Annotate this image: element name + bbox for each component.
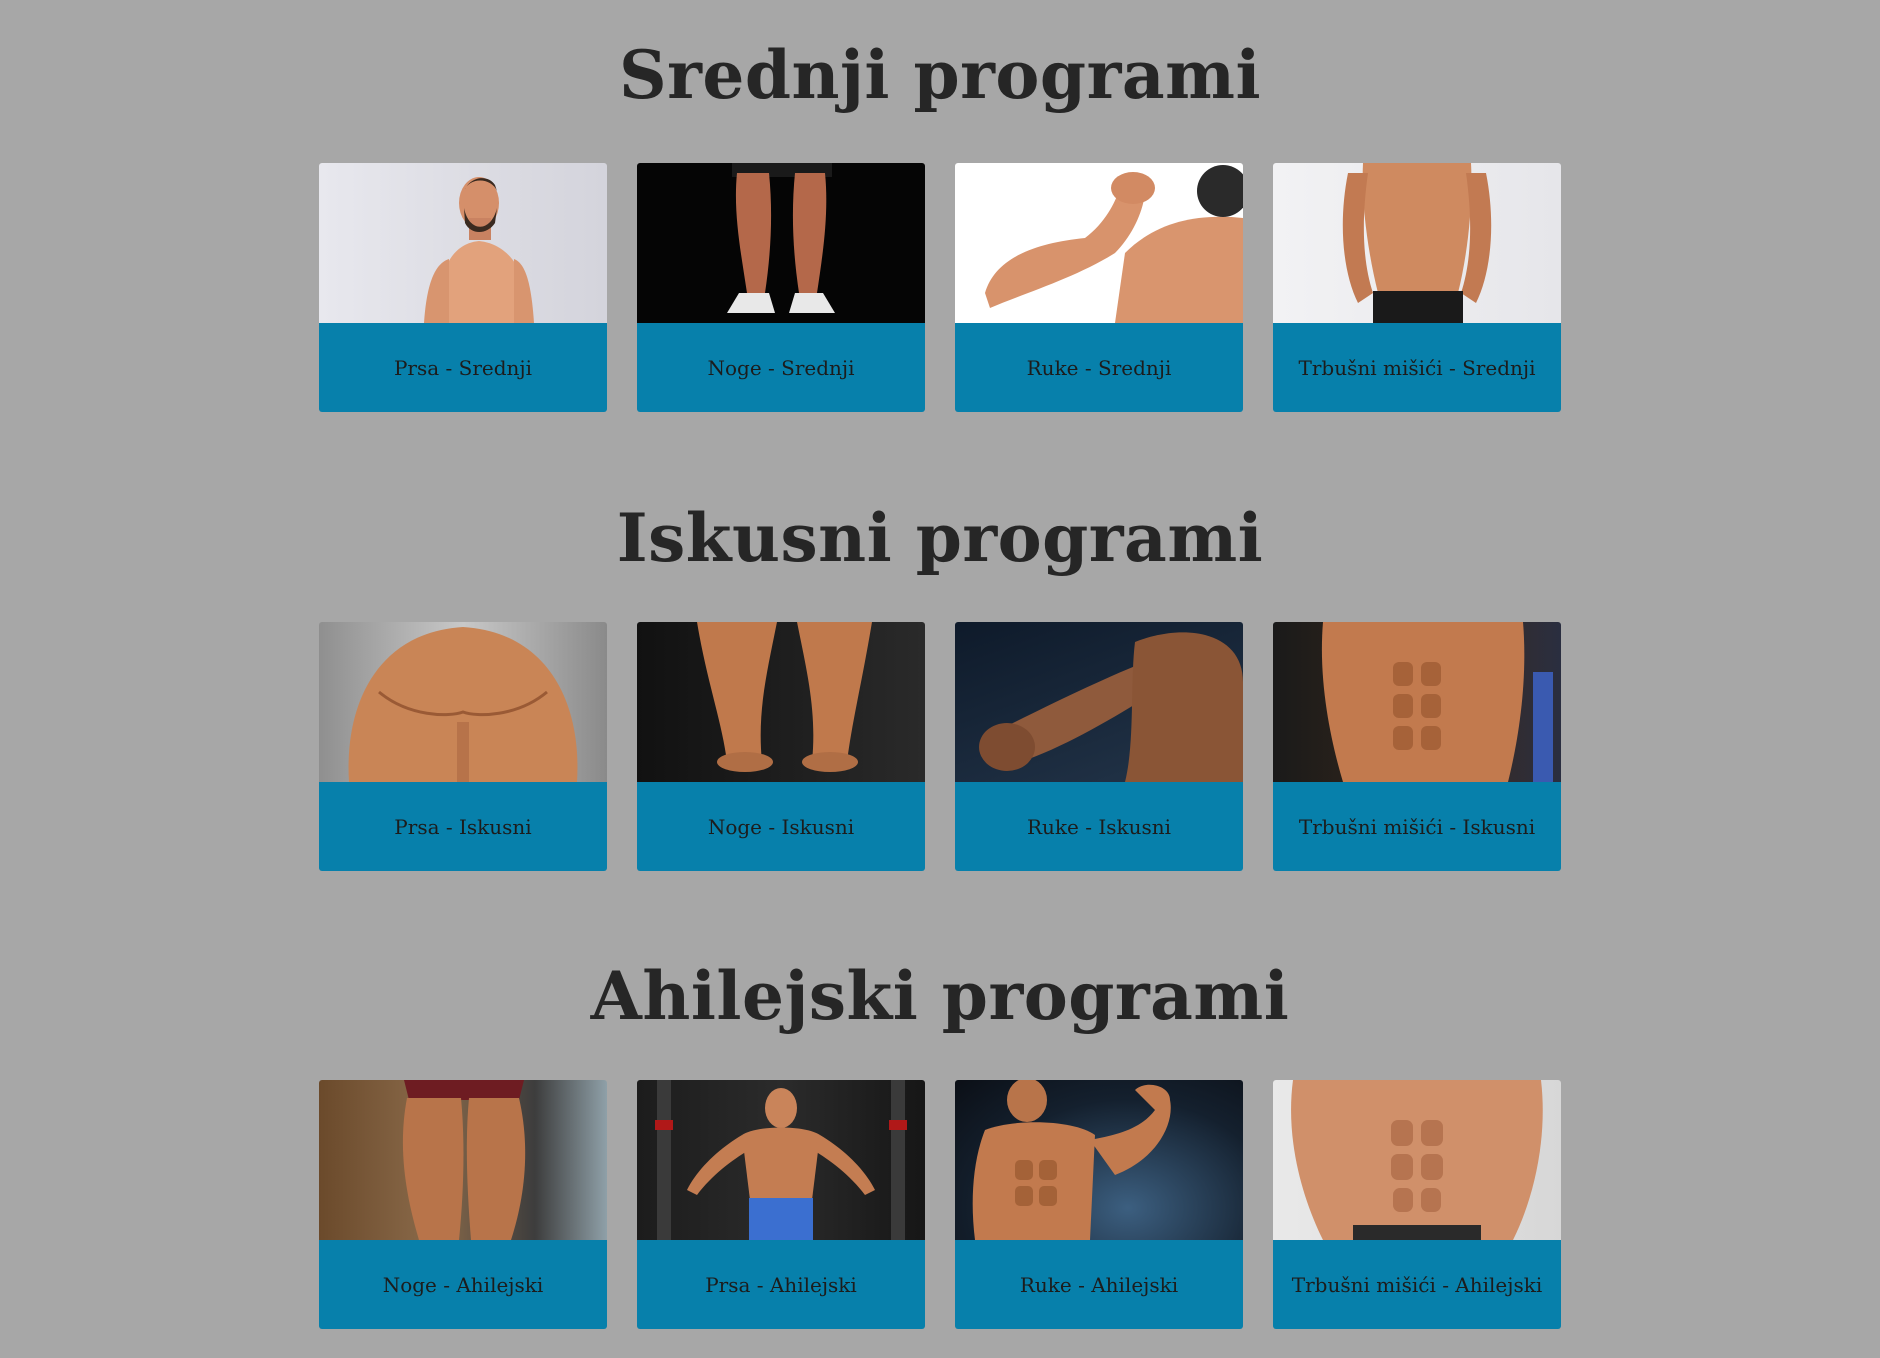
program-label: Ruke - Iskusni <box>1026 814 1172 839</box>
program-image <box>319 163 607 323</box>
program-caption: Noge - Ahilejski <box>319 1240 607 1329</box>
program-caption: Trbušni mišići - Iskusni <box>1273 782 1561 871</box>
program-label: Trbušni mišići - Ahilejski <box>1291 1272 1543 1297</box>
program-caption: Prsa - Ahilejski <box>637 1240 925 1329</box>
program-label: Prsa - Iskusni <box>394 814 532 839</box>
program-card-noge-iskusni[interactable]: Noge - Iskusni <box>637 622 925 871</box>
program-label: Trbušni mišići - Iskusni <box>1298 814 1536 839</box>
program-caption: Ruke - Iskusni <box>955 782 1243 871</box>
section-title: Iskusni programi <box>616 499 1264 577</box>
program-label: Ruke - Ahilejski <box>1019 1272 1179 1297</box>
program-image <box>955 163 1243 323</box>
program-label: Noge - Iskusni <box>707 814 855 839</box>
program-image <box>955 1080 1243 1240</box>
program-image <box>637 163 925 323</box>
program-label: Ruke - Srednji <box>1026 355 1172 380</box>
program-label: Prsa - Srednji <box>393 355 533 380</box>
section-title: Ahilejski programi <box>590 957 1290 1035</box>
program-image <box>1273 1080 1561 1240</box>
section-srednji: Srednji programi Prsa - Srednji Noge - S… <box>0 42 1880 422</box>
program-image <box>1273 163 1561 323</box>
program-label: Noge - Srednji <box>707 355 855 380</box>
program-image <box>1273 622 1561 782</box>
program-image <box>319 622 607 782</box>
program-image <box>955 622 1243 782</box>
program-card-prsa-srednji[interactable]: Prsa - Srednji <box>319 163 607 412</box>
programs-page: Srednji programi Prsa - Srednji Noge - S… <box>0 0 1880 1358</box>
program-caption: Noge - Iskusni <box>637 782 925 871</box>
program-caption: Ruke - Ahilejski <box>955 1240 1243 1329</box>
program-card-trbusni-iskusni[interactable]: Trbušni mišići - Iskusni <box>1273 622 1561 871</box>
section-title: Srednji programi <box>618 36 1262 114</box>
program-label: Noge - Ahilejski <box>382 1272 544 1297</box>
program-image <box>637 622 925 782</box>
program-caption: Prsa - Srednji <box>319 323 607 412</box>
program-caption: Trbušni mišići - Ahilejski <box>1273 1240 1561 1329</box>
program-image <box>637 1080 925 1240</box>
program-card-trbusni-ahilejski[interactable]: Trbušni mišići - Ahilejski <box>1273 1080 1561 1329</box>
program-caption: Prsa - Iskusni <box>319 782 607 871</box>
program-image <box>319 1080 607 1240</box>
section-iskusni: Iskusni programi Prsa - Iskusni Noge - I… <box>0 505 1880 885</box>
program-grid: Noge - Ahilejski Prsa - Ahilejski Ruke -… <box>319 1080 1561 1329</box>
program-card-ruke-srednji[interactable]: Ruke - Srednji <box>955 163 1243 412</box>
program-label: Trbušni mišići - Srednji <box>1298 355 1536 380</box>
program-card-noge-srednji[interactable]: Noge - Srednji <box>637 163 925 412</box>
program-caption: Ruke - Srednji <box>955 323 1243 412</box>
program-caption: Trbušni mišići - Srednji <box>1273 323 1561 412</box>
program-caption: Noge - Srednji <box>637 323 925 412</box>
program-card-prsa-ahilejski[interactable]: Prsa - Ahilejski <box>637 1080 925 1329</box>
program-label: Prsa - Ahilejski <box>705 1272 857 1297</box>
program-card-ruke-ahilejski[interactable]: Ruke - Ahilejski <box>955 1080 1243 1329</box>
program-grid: Prsa - Iskusni Noge - Iskusni Ruke - Isk… <box>319 622 1561 871</box>
program-card-trbusni-srednji[interactable]: Trbušni mišići - Srednji <box>1273 163 1561 412</box>
program-grid: Prsa - Srednji Noge - Srednji Ruke - Sre… <box>319 163 1561 412</box>
program-card-noge-ahilejski[interactable]: Noge - Ahilejski <box>319 1080 607 1329</box>
section-ahilejski: Ahilejski programi Noge - Ahilejski Prsa… <box>0 963 1880 1343</box>
program-card-ruke-iskusni[interactable]: Ruke - Iskusni <box>955 622 1243 871</box>
program-card-prsa-iskusni[interactable]: Prsa - Iskusni <box>319 622 607 871</box>
